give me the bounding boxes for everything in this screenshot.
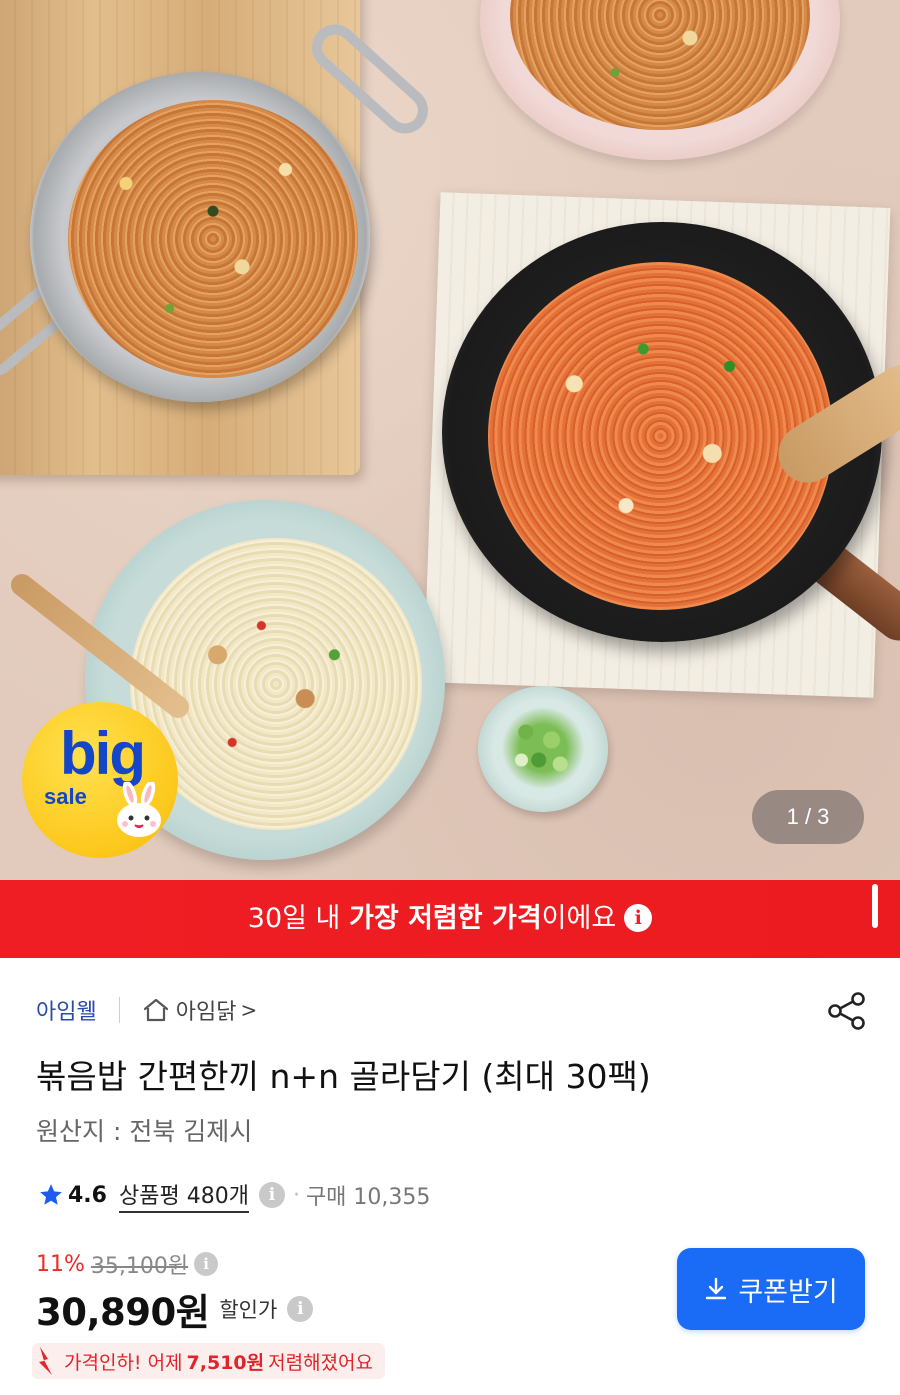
- product-title: 볶음밥 간편한끼 n+n 골라담기 (최대 30팩): [36, 1057, 651, 1096]
- price-drop-prefix: 가격인하! 어제: [64, 1351, 183, 1374]
- coupon-label: 쿠폰받기: [738, 1276, 838, 1308]
- separator-dot: ·: [292, 1182, 300, 1208]
- kimchi-fried-rice: [488, 262, 833, 610]
- brand-row: 아임웰 아임닭 >: [36, 992, 257, 1028]
- image-counter: 1 / 3: [752, 790, 864, 844]
- rating-row: 4.6 상품평 480개 i · 구매 10,355: [38, 1178, 431, 1213]
- divider: [118, 997, 120, 1023]
- scroll-indicator: [872, 884, 878, 928]
- store-name: 아임닭: [175, 1000, 237, 1025]
- discount-percent: 11%: [36, 1251, 85, 1277]
- info-icon[interactable]: i: [287, 1296, 314, 1322]
- banner-highlight: 가장 저렴한 가격: [348, 903, 542, 934]
- price-label: 할인가: [219, 1298, 278, 1322]
- info-icon[interactable]: i: [194, 1252, 219, 1276]
- fried-rice-pan: [68, 100, 358, 378]
- price-drop-row: 가격인하! 어제 7,510원 저렴해졌어요: [32, 1342, 386, 1380]
- product-image-carousel[interactable]: big sale 1 / 3: [0, 0, 900, 880]
- share-icon[interactable]: [826, 990, 868, 1032]
- scallions: [500, 708, 586, 788]
- price-drop-suffix: 저렴해졌어요: [268, 1351, 374, 1374]
- purchase-count: 구매 10,355: [305, 1185, 431, 1210]
- banner-text: 30일 내 가장 저렴한 가격이에요 i: [0, 880, 900, 958]
- download-icon: [706, 1277, 727, 1300]
- discount-row: 11% 35,100원 i: [36, 1248, 219, 1280]
- coupon-button[interactable]: 쿠폰받기: [677, 1248, 865, 1330]
- sale-price: 30,890원: [36, 1291, 210, 1334]
- chevron-right-icon: >: [240, 998, 258, 1022]
- store-link[interactable]: 아임닭 >: [142, 994, 258, 1026]
- bunny-icon: [117, 782, 161, 837]
- price-drop-badge: 가격인하! 어제 7,510원 저렴해졌어요: [32, 1343, 386, 1379]
- brand-link[interactable]: 아임웰: [36, 994, 97, 1026]
- info-icon[interactable]: i: [624, 904, 653, 932]
- banner-prefix: 30일 내: [247, 903, 349, 934]
- big-sale-badge: big sale: [22, 702, 178, 858]
- original-price: 35,100원: [90, 1254, 189, 1279]
- badge-sale-text: sale: [44, 784, 87, 809]
- home-icon: [143, 998, 168, 1022]
- badge-big-text: big: [60, 720, 146, 787]
- info-icon[interactable]: i: [258, 1182, 285, 1208]
- star-icon: [40, 1184, 62, 1205]
- product-origin: 원산지 : 전북 김제시: [36, 1117, 253, 1146]
- lowest-price-banner[interactable]: 30일 내 가장 저렴한 가격이에요 i: [0, 880, 900, 958]
- price-row: 30,890원 할인가 i: [36, 1284, 314, 1334]
- banner-suffix: 이에요: [541, 903, 617, 934]
- rating-value: 4.6: [68, 1182, 107, 1208]
- reviews-link[interactable]: 상품평 480개: [118, 1178, 249, 1213]
- price-drop-amount: 7,510원: [186, 1351, 265, 1374]
- price-down-icon: [39, 1347, 52, 1375]
